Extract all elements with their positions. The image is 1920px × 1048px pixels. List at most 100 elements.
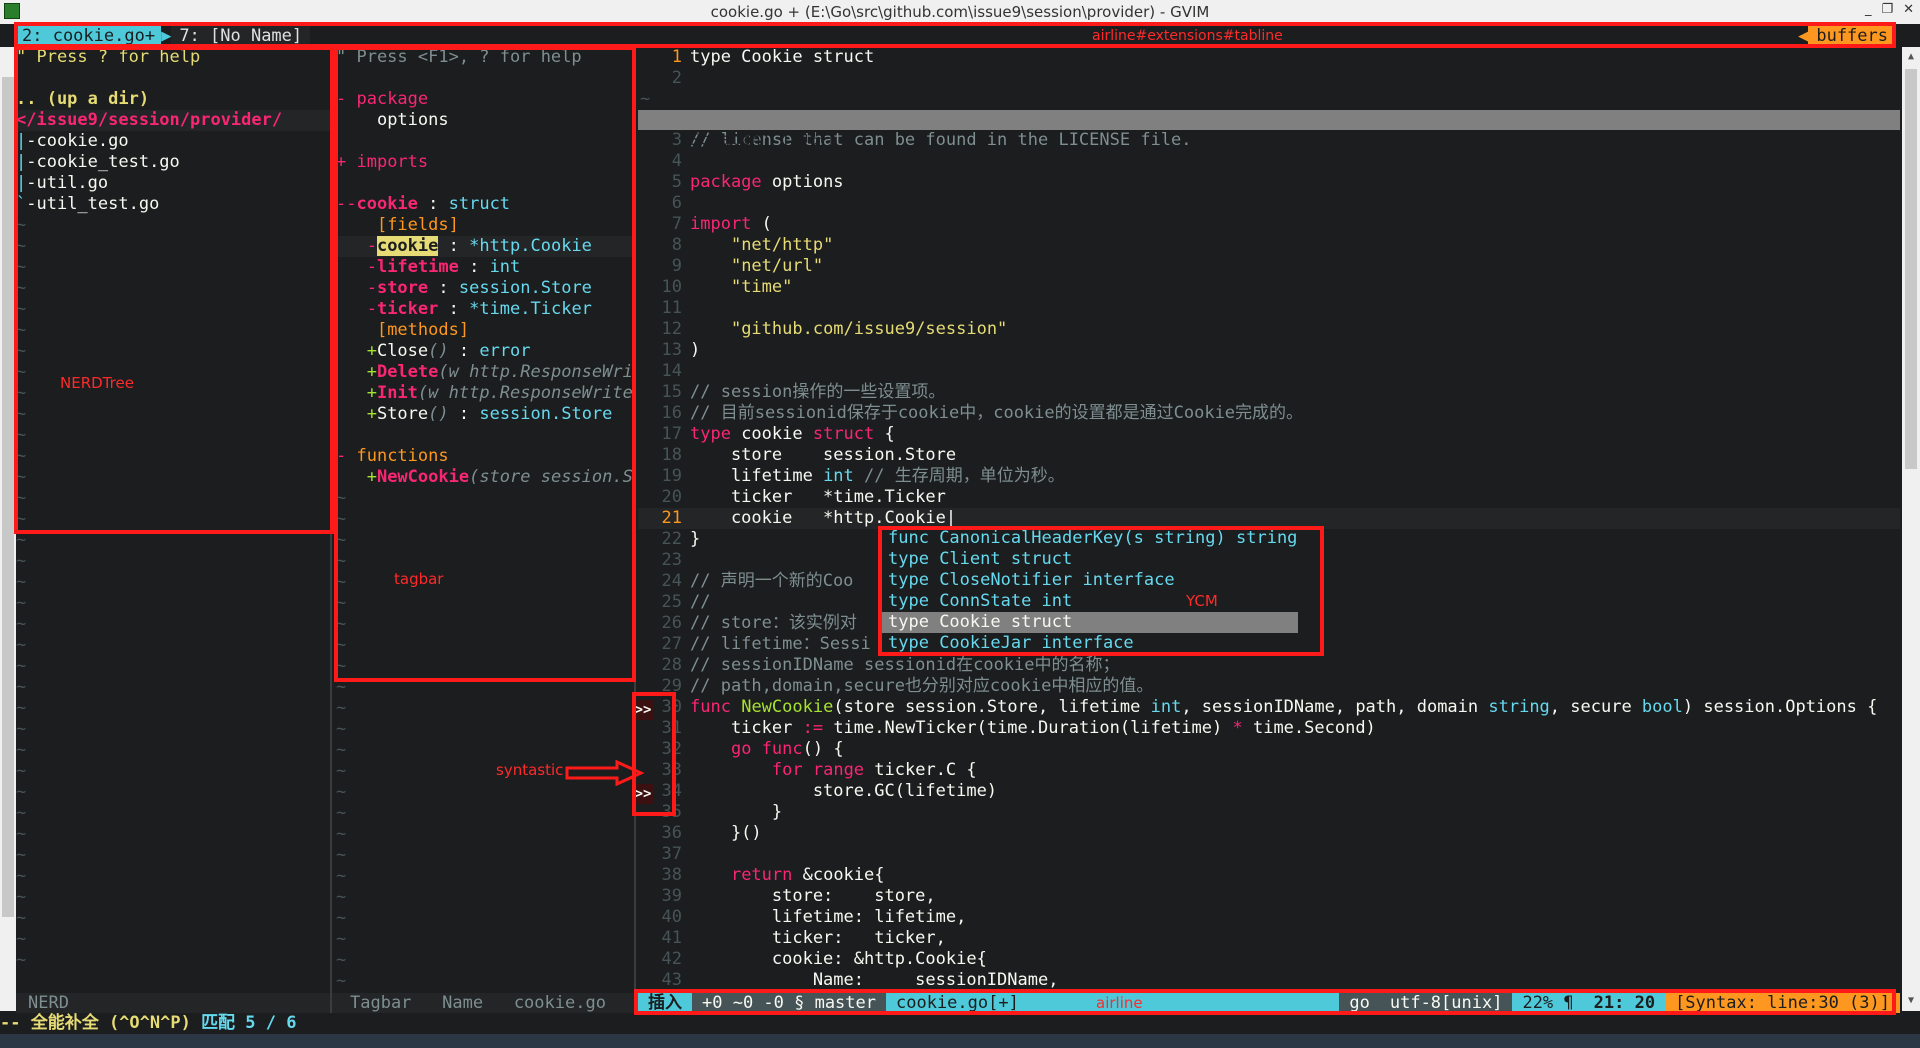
code-line[interactable]: 13): [638, 340, 1900, 361]
code-line[interactable]: 18 store session.Store: [638, 445, 1900, 466]
tilde-line: ~: [16, 782, 27, 802]
code-line[interactable]: 19 lifetime int // 生存周期，单位为秒。: [638, 466, 1900, 487]
code-line[interactable]: 15 // session操作的一些设置项。: [638, 382, 1900, 403]
restore-icon[interactable]: ❐: [1881, 2, 1893, 17]
minimize-icon[interactable]: _: [1865, 2, 1872, 17]
tilde-line: ~: [16, 635, 27, 655]
tilde-line: ~: [16, 803, 27, 823]
code-line[interactable]: 20 ticker *time.Ticker: [638, 487, 1900, 508]
tagbar-status-col: Name: [442, 993, 484, 1013]
scratch-status-right: 全部: [1862, 170, 1896, 190]
code-line[interactable]: 35 }: [638, 802, 1900, 823]
code-text: // session操作的一些设置项。: [690, 382, 946, 402]
code-line[interactable]: 10 "time": [638, 277, 1900, 298]
line-number: 11: [661, 298, 682, 318]
line-number: 14: [661, 361, 682, 381]
line-number: 2: [671, 68, 682, 88]
code-line[interactable]: 14: [638, 361, 1900, 382]
line-number: 22: [661, 529, 682, 549]
tilde-line: ~: [16, 677, 27, 697]
annotation-ycm-label: YCM: [1186, 592, 1218, 610]
code-text: ): [690, 340, 701, 360]
code-line[interactable]: 4: [638, 151, 1900, 172]
code-line[interactable]: 38 return &cookie{: [638, 865, 1900, 886]
code-text: store.GC(lifetime): [690, 781, 998, 801]
code-line[interactable]: 17 type cookie struct {: [638, 424, 1900, 445]
code-line[interactable]: 34 store.GC(lifetime): [638, 781, 1900, 802]
code-line[interactable]: 36 }(): [638, 823, 1900, 844]
code-line[interactable]: 29// path,domain,secure也分别对应cookie中相应的值。: [638, 676, 1900, 697]
code-line[interactable]: 39 store: store,: [638, 886, 1900, 907]
code-text: // 目前sessionid保存于cookie中，cookie的设置都是通过Co…: [690, 403, 1304, 423]
line-number: 28: [661, 655, 682, 675]
code-line[interactable]: 41 ticker: ticker,: [638, 928, 1900, 949]
code-text: "net/http": [730, 235, 834, 255]
code-text: ticker *time.Ticker: [690, 487, 946, 507]
scroll-up-icon[interactable]: ▲: [1902, 49, 1920, 65]
code-text: type cookie struct {: [690, 424, 895, 444]
scratch-preview: 1 type Cookie struct 2: [638, 47, 1900, 89]
code-text: store session.Store: [690, 445, 957, 465]
code-text: store: store,: [690, 886, 936, 906]
code-line[interactable]: 43 Name: sessionIDName,: [638, 970, 1900, 991]
tilde-line: ~: [336, 866, 347, 886]
scroll-down-icon[interactable]: ▼: [1902, 993, 1920, 1009]
tagbar-status-file: cookie.go: [513, 993, 606, 1013]
code-line[interactable]: 8 "net/http": [638, 235, 1900, 256]
code-line[interactable]: 28 // sessionIDName sessionid在cookie中的名称；: [638, 655, 1900, 676]
line-number: 19: [661, 466, 682, 486]
code-line[interactable]: 42 cookie: &http.Cookie{: [638, 949, 1900, 970]
tilde-line: ~: [336, 698, 347, 718]
code-text: }: [690, 802, 783, 822]
code-text: package options: [690, 172, 844, 192]
annotation-box-syntastic: [632, 692, 676, 816]
scratch-line: 1 type Cookie struct: [638, 47, 1900, 68]
tilde-line: ~: [16, 740, 27, 760]
tagbar-status-title: Tagbar: [350, 993, 412, 1013]
code-line[interactable]: 5package options: [638, 172, 1900, 193]
annotation-tagbar-label: tagbar: [394, 570, 444, 588]
tilde-line: ~: [16, 866, 27, 886]
code-line[interactable]: 32 go func() {: [638, 739, 1900, 760]
line-number: 13: [661, 340, 682, 360]
window-controls: _ ❐ ✕: [1865, 2, 1914, 17]
line-number: 24: [661, 571, 682, 591]
annotation-box-tagbar: [334, 46, 636, 682]
tilde-line: ~: [16, 593, 27, 613]
code-text: //: [690, 592, 711, 612]
scratch-status-line: [Scratch] [预览] 1,1 全部: [638, 110, 1900, 190]
annotation-box-tabline: [14, 22, 1896, 48]
nerdtree-status-line: NERD: [16, 993, 330, 1013]
code-text: // lifetime：Sessi: [690, 634, 871, 654]
cmdline-mode: -- 全能补全 (^O^N^P): [0, 1013, 202, 1033]
code-line[interactable]: 9 "net/url": [638, 256, 1900, 277]
scrollbar-thumb[interactable]: [1905, 69, 1917, 469]
annotation-tabline-label: airline#extensions#tabline: [1092, 28, 1283, 44]
code-text: "net/url": [730, 256, 824, 276]
annotation-arrow-icon: [565, 760, 645, 786]
line-number: 10: [661, 277, 682, 297]
code-line[interactable]: 40 lifetime: lifetime,: [638, 907, 1900, 928]
tilde-line: ~: [336, 929, 347, 949]
code-line[interactable]: 37: [638, 844, 1900, 865]
code-line[interactable]: 6: [638, 193, 1900, 214]
cmdline-match-count: 5 / 6: [235, 1013, 297, 1033]
editor-pane[interactable]: 1 type Cookie struct 2 ~ [Scratch] [预览] 1,…: [638, 47, 1900, 993]
close-icon[interactable]: ✕: [1903, 2, 1914, 17]
code-text: for range ticker.C {: [771, 760, 977, 780]
code-line[interactable]: 31 ticker := time.NewTicker(time.Duratio…: [638, 718, 1900, 739]
code-line[interactable]: 33 for range ticker.C {: [638, 760, 1900, 781]
vertical-scrollbar[interactable]: ▲ ▼: [1902, 47, 1920, 1011]
code-line[interactable]: 7 import (: [638, 214, 1900, 235]
line-number: 15: [661, 382, 682, 402]
code-line[interactable]: 11: [638, 298, 1900, 319]
code-line[interactable]: 16 // 目前sessionid保存于cookie中，cookie的设置都是通过…: [638, 403, 1900, 424]
code-line[interactable]: 30 func NewCookie(store session.Store, li…: [638, 697, 1900, 718]
code-line[interactable]: 12 "github.com/issue9/session": [638, 319, 1900, 340]
command-line[interactable]: -- 全能补全 (^O^N^P) 匹配 5 / 6: [0, 1013, 1920, 1033]
line-number: 27: [661, 634, 682, 654]
scratch-status-pos: 1,1: [1718, 150, 1749, 170]
left-scrollbar-thumb[interactable]: [2, 77, 14, 917]
tilde-line: ~: [16, 887, 27, 907]
tilde-line: ~: [16, 908, 27, 928]
